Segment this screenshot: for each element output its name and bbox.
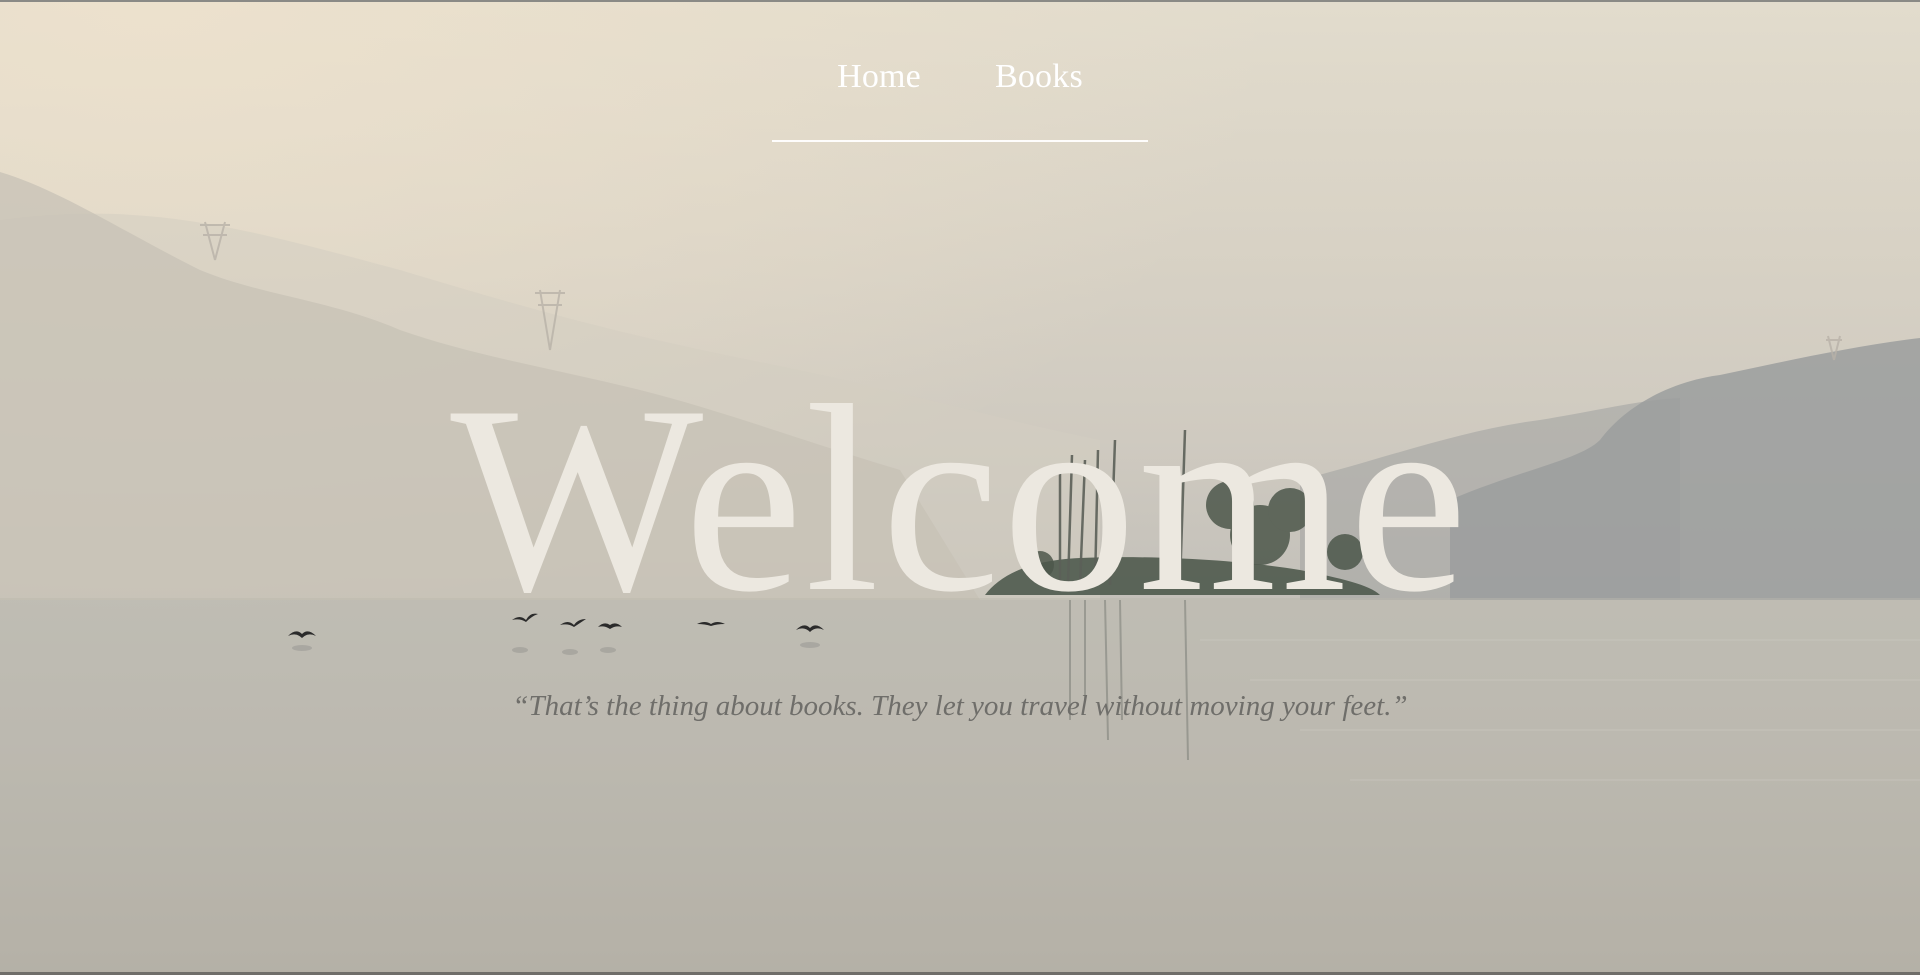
landing-page: Home Books Welcome “That’s the thing abo… [0,0,1920,975]
nav-divider [772,140,1148,142]
hero-title: Welcome [450,350,1470,647]
top-navigation: Home Books [772,58,1148,96]
hero-quote: “That’s the thing about books. They let … [512,690,1408,722]
nav-link-home[interactable]: Home [837,58,921,96]
nav-link-books[interactable]: Books [995,58,1083,96]
